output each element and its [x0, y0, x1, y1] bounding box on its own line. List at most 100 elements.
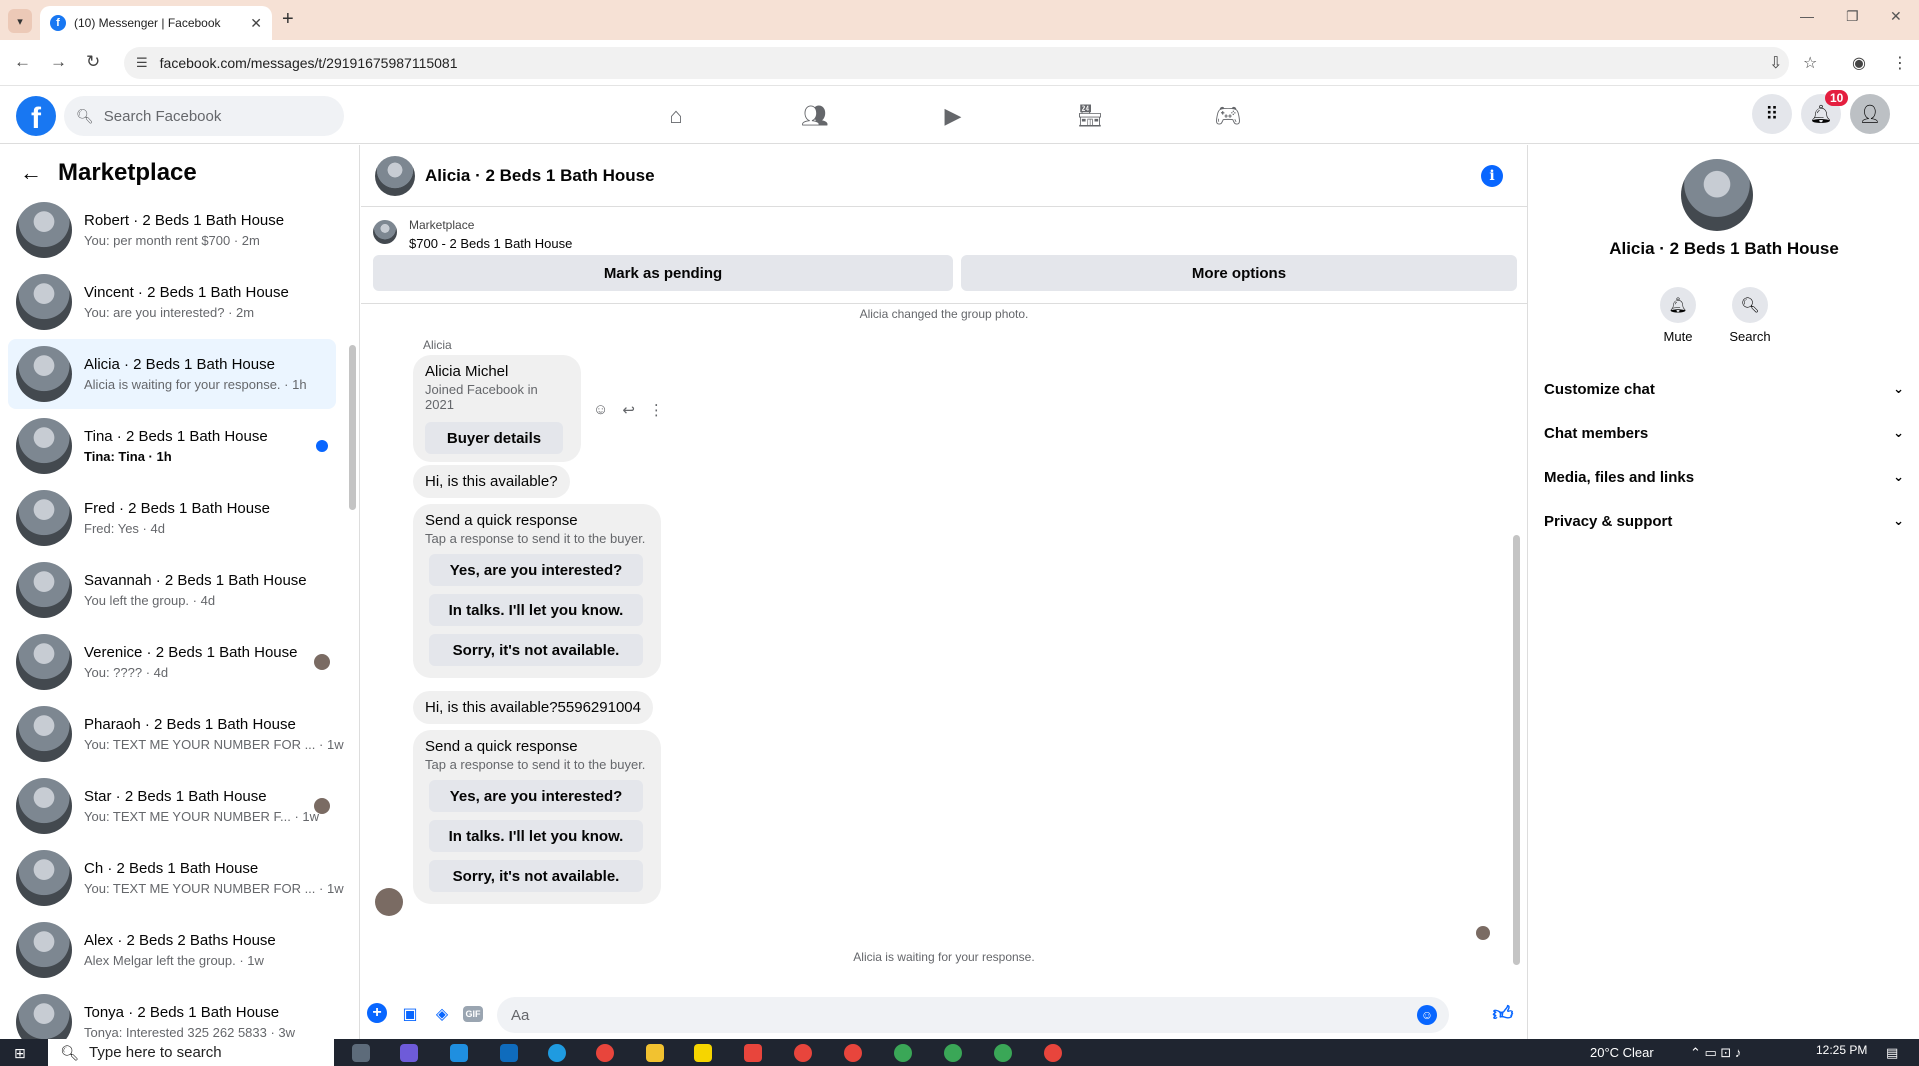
system-tray-icons[interactable]: ⌃ ▭ ⊡ ♪ [1690, 1045, 1741, 1061]
facebook-logo[interactable]: f [16, 96, 56, 136]
conversation-name: Tonya · 2 Beds 1 Bath House [84, 1004, 280, 1021]
privacy-support-row[interactable]: Privacy & support ⌄ [1544, 499, 1904, 543]
photo-icon[interactable]: ▣ [399, 1003, 421, 1025]
marketplace-icon[interactable]: 🏪︎ [1074, 100, 1106, 132]
windows-start-icon[interactable]: ⊞ [14, 1045, 26, 1062]
media-files-links-row[interactable]: Media, files and links ⌄ [1544, 455, 1904, 499]
clock[interactable]: 12:25 PM [1816, 1043, 1867, 1057]
chat-avatar[interactable] [375, 155, 415, 196]
chat-scrollbar[interactable] [1513, 535, 1520, 965]
gif-icon[interactable]: GIF [463, 1006, 483, 1022]
outlook-icon[interactable] [500, 1044, 518, 1062]
browser-tab[interactable]: f (10) Messenger | Facebook ✕ [40, 6, 272, 40]
like-thumb-icon[interactable]: 👍︎ [1492, 1003, 1514, 1025]
url-bar[interactable]: ☰ facebook.com/messages/t/29191675987115… [124, 47, 1789, 79]
conversation-item[interactable]: Robert · 2 Beds 1 Bath House You: per mon… [8, 195, 336, 265]
chrome-icon[interactable] [944, 1044, 962, 1062]
chrome-icon[interactable] [844, 1044, 862, 1062]
store-icon[interactable] [450, 1044, 468, 1062]
notification-center-icon[interactable]: ▤ [1886, 1045, 1898, 1061]
browser-menu-icon[interactable]: ⋮ [1892, 53, 1908, 73]
weather-widget[interactable]: 20°C Clear [1590, 1045, 1654, 1060]
app-icon[interactable] [744, 1044, 762, 1062]
plus-icon[interactable]: + [367, 1003, 387, 1023]
task-view-icon[interactable] [352, 1044, 370, 1062]
conversation-item[interactable]: Tonya · 2 Beds 1 Bath House Tonya: Intere… [8, 987, 336, 1039]
more-options-button[interactable]: More options [961, 255, 1517, 291]
quick-response-in-talks[interactable]: In talks. I'll let you know. [429, 594, 643, 626]
conversation-item[interactable]: Pharaoh · 2 Beds 1 Bath House You: TEXT M… [8, 699, 344, 769]
chat-members-row[interactable]: Chat members ⌄ [1544, 411, 1904, 455]
friends-icon[interactable]: 👥︎ [799, 100, 831, 132]
quick-response-not-available[interactable]: Sorry, it's not available. [429, 860, 643, 892]
conversation-item[interactable]: Savannah · 2 Beds 1 Bath House You left t… [8, 555, 336, 625]
conversation-item[interactable]: Fred · 2 Beds 1 Bath House Fred: Yes · 4d [8, 483, 336, 553]
reply-icon[interactable]: ↩ [622, 401, 635, 419]
video-icon[interactable]: ▶ [937, 100, 969, 132]
conversation-item[interactable]: Alicia · 2 Beds 1 Bath House Alicia is wa… [8, 339, 336, 409]
conversation-item[interactable]: Star · 2 Beds 1 Bath House You: TEXT ME Y… [8, 771, 336, 841]
facebook-search-input[interactable]: 🔍︎ Search Facebook [64, 96, 344, 136]
conversation-name: Fred · 2 Beds 1 Bath House [84, 500, 270, 517]
chrome-icon[interactable] [794, 1044, 812, 1062]
reload-icon[interactable]: ↻ [86, 52, 100, 72]
close-tab-icon[interactable]: ✕ [250, 15, 262, 32]
message-input[interactable]: Aa ☺ [497, 997, 1449, 1033]
restore-icon[interactable]: ❐ [1846, 8, 1859, 25]
marketplace-label: Marketplace [409, 218, 475, 232]
minimize-icon[interactable]: — [1800, 8, 1814, 24]
gaming-icon[interactable]: 🎮︎ [1212, 100, 1244, 132]
copilot-icon[interactable] [400, 1044, 418, 1062]
info-icon[interactable]: i [1481, 165, 1503, 187]
listing-thumbnail[interactable] [373, 220, 397, 244]
quick-response-not-available[interactable]: Sorry, it's not available. [429, 634, 643, 666]
install-app-icon[interactable]: ⇩ [1769, 53, 1782, 73]
mark-as-pending-button[interactable]: Mark as pending [373, 255, 953, 291]
chat-info-avatar[interactable] [1681, 159, 1753, 231]
message-input-placeholder: Aa [511, 1006, 530, 1024]
taskbar-search-input[interactable]: 🔍︎ Type here to search [48, 1039, 334, 1066]
listing-title[interactable]: $700 - 2 Beds 1 Bath House [409, 236, 572, 251]
conversation-item[interactable]: Alex · 2 Beds 2 Baths House Alex Melgar l… [8, 915, 336, 985]
account-avatar[interactable]: 👤︎ [1850, 94, 1890, 134]
more-actions-icon[interactable]: ⋮ [649, 401, 664, 419]
menu-grid-icon[interactable]: ⠿ [1752, 94, 1792, 134]
chrome-icon[interactable] [1044, 1044, 1062, 1062]
conversation-preview: You left the group. · 4d [84, 593, 216, 608]
tab-search-dropdown-icon[interactable]: ▾ [8, 9, 32, 33]
sticker-icon[interactable]: ◈ [431, 1003, 453, 1025]
search-in-chat-button[interactable]: 🔍︎ Search [1720, 287, 1780, 344]
chrome-icon[interactable] [596, 1044, 614, 1062]
conversation-text: Tonya · 2 Beds 1 Bath House Tonya: Intere… [84, 1004, 295, 1039]
conversation-list-scrollbar[interactable] [349, 345, 356, 510]
profile-icon[interactable]: ◉ [1852, 53, 1866, 73]
back-icon[interactable]: ← [14, 52, 31, 72]
conversation-item[interactable]: Verenice · 2 Beds 1 Bath House You: ???? … [8, 627, 336, 697]
chrome-icon[interactable] [994, 1044, 1012, 1062]
sender-avatar[interactable] [375, 888, 403, 916]
quick-response-yes[interactable]: Yes, are you interested? [429, 554, 643, 586]
chrome-icon[interactable] [894, 1044, 912, 1062]
conversation-item[interactable]: Ch · 2 Beds 1 Bath House You: TEXT ME YOU… [8, 843, 344, 913]
file-explorer-icon[interactable] [646, 1044, 664, 1062]
forward-icon[interactable]: → [50, 52, 67, 72]
customize-chat-row[interactable]: Customize chat ⌄ [1544, 367, 1904, 411]
new-tab-icon[interactable]: + [282, 8, 294, 31]
close-window-icon[interactable]: ✕ [1890, 8, 1902, 25]
conversation-item[interactable]: Vincent · 2 Beds 1 Bath House You: are yo… [8, 267, 336, 337]
chat-title[interactable]: Alicia · 2 Beds 1 Bath House [425, 166, 655, 186]
react-emoji-icon[interactable]: ☺ [593, 401, 608, 419]
conversation-item[interactable]: Tina · 2 Beds 1 Bath House Tina: Tina · 1… [8, 411, 336, 481]
back-arrow-icon[interactable]: ← [20, 160, 42, 186]
sticky-notes-icon[interactable] [694, 1044, 712, 1062]
bookmark-star-icon[interactable]: ☆ [1803, 53, 1817, 73]
buyer-details-button[interactable]: Buyer details [425, 422, 563, 454]
conversation-preview: Tonya: Interested 325 262 5833 · 3w [84, 1025, 296, 1039]
mute-button[interactable]: 🔔︎ Mute [1648, 287, 1708, 344]
emoji-icon[interactable]: ☺ [1417, 1005, 1437, 1025]
site-info-icon[interactable]: ☰ [136, 55, 148, 71]
quick-response-yes[interactable]: Yes, are you interested? [429, 780, 643, 812]
quick-response-in-talks[interactable]: In talks. I'll let you know. [429, 820, 643, 852]
edge-icon[interactable] [548, 1044, 566, 1062]
home-icon[interactable]: ⌂ [660, 100, 692, 132]
